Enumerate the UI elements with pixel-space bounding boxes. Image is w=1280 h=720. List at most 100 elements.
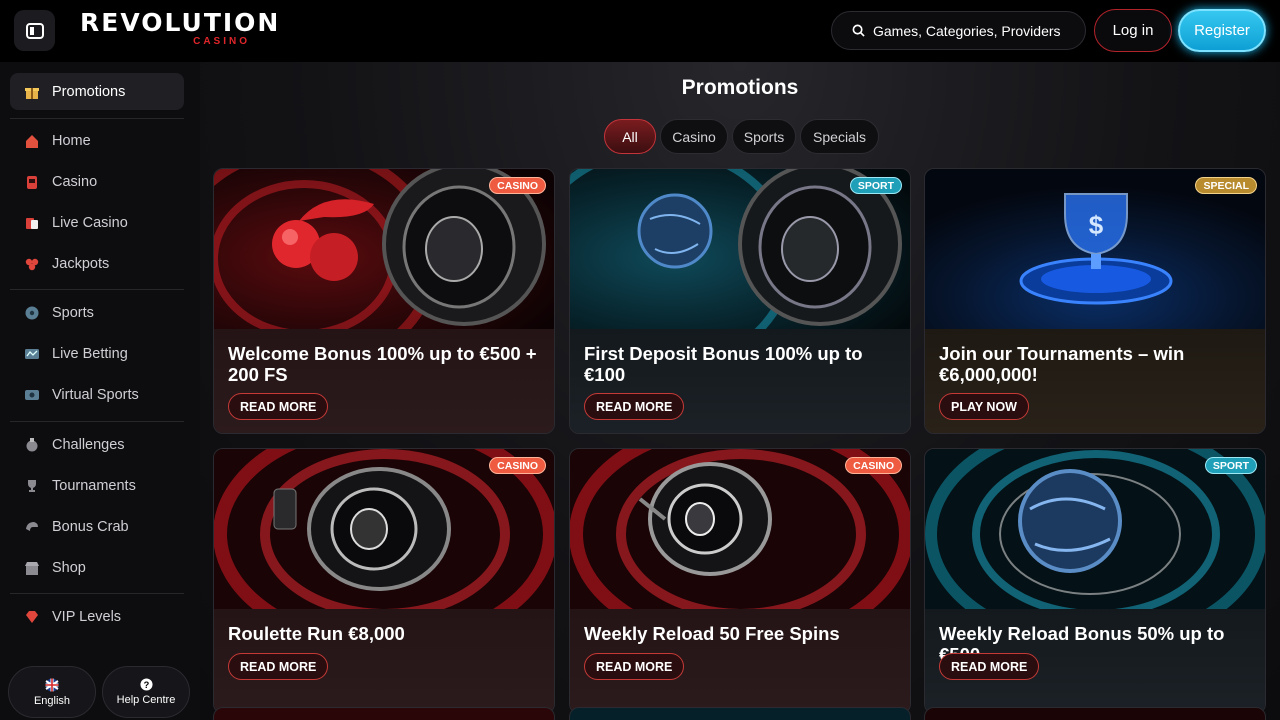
home-icon bbox=[23, 132, 41, 150]
login-button[interactable]: Log in bbox=[1094, 9, 1172, 52]
category-badge: CASINO bbox=[489, 177, 546, 194]
help-centre-button[interactable]: ? Help Centre bbox=[102, 666, 190, 718]
search-placeholder: Games, Categories, Providers bbox=[873, 22, 1061, 39]
sidebar-item-tournaments[interactable]: Tournaments bbox=[10, 467, 184, 504]
sidebar-item-promotions[interactable]: Promotions bbox=[10, 73, 184, 110]
svg-text:?: ? bbox=[143, 680, 149, 690]
promotion-card[interactable]: SPORT First Deposit Bonus 100% up to €10… bbox=[569, 168, 911, 434]
sidebar-item-label: Casino bbox=[52, 173, 98, 190]
promotion-title: Roulette Run €8,000 bbox=[228, 623, 405, 644]
promotion-body: Weekly Reload Bonus 50% up to €500 READ … bbox=[925, 609, 1265, 713]
language-selector[interactable]: English bbox=[8, 666, 96, 718]
sidebar-item-label: Tournaments bbox=[52, 477, 136, 494]
help-label: Help Centre bbox=[116, 694, 176, 706]
filter-all[interactable]: All bbox=[604, 119, 656, 154]
promotion-card[interactable]: $ SPECIAL Join our Tournaments – win €6,… bbox=[924, 168, 1266, 434]
category-badge: CASINO bbox=[845, 457, 902, 474]
sidebar: Promotions Home Casino Live Casino Jackp… bbox=[0, 62, 200, 720]
sidebar-item-vip-levels[interactable]: VIP Levels bbox=[10, 598, 184, 635]
category-badge: SPECIAL bbox=[1195, 177, 1257, 194]
play-now-button[interactable]: PLAY NOW bbox=[939, 393, 1029, 420]
trophy-icon bbox=[23, 477, 41, 495]
sidebar-item-label: Challenges bbox=[52, 436, 125, 453]
promotion-title: Weekly Reload 50 Free Spins bbox=[584, 623, 840, 644]
promotion-body: Welcome Bonus 100% up to €500 + 200 FS R… bbox=[214, 329, 554, 433]
promotion-body: Weekly Reload 50 Free Spins READ MORE bbox=[570, 609, 910, 713]
sidebar-item-virtual-sports[interactable]: Virtual Sports bbox=[10, 376, 184, 413]
sidebar-item-label: Live Betting bbox=[52, 345, 128, 362]
read-more-button[interactable]: READ MORE bbox=[228, 653, 329, 680]
sidebar-item-label: Home bbox=[52, 132, 91, 149]
read-more-button[interactable]: READ MORE bbox=[228, 393, 329, 420]
promotion-filters: All Casino Sports Specials bbox=[604, 119, 879, 154]
sidebar-toggle-button[interactable] bbox=[14, 10, 55, 51]
read-more-button[interactable]: READ MORE bbox=[584, 393, 685, 420]
logo-wordmark: REVOLUTION bbox=[80, 8, 281, 37]
read-more-button[interactable]: READ MORE bbox=[939, 653, 1040, 680]
shop-icon bbox=[23, 559, 41, 577]
sidebar-divider bbox=[10, 289, 184, 290]
search-bar[interactable]: Games, Categories, Providers bbox=[831, 11, 1086, 50]
filter-casino[interactable]: Casino bbox=[660, 119, 728, 154]
promotion-card-peek[interactable] bbox=[569, 707, 911, 720]
sidebar-item-bonus-crab[interactable]: Bonus Crab bbox=[10, 508, 184, 545]
help-icon: ? bbox=[139, 678, 153, 691]
promotion-body: Roulette Run €8,000 READ MORE bbox=[214, 609, 554, 713]
revolution-casino-logo[interactable]: REVOLUTION CASINO bbox=[80, 8, 281, 50]
diamond-icon bbox=[23, 608, 41, 626]
sidebar-item-jackpots[interactable]: Jackpots bbox=[10, 245, 184, 282]
sidebar-item-label: Virtual Sports bbox=[52, 386, 139, 403]
promotion-title: Join our Tournaments – win €6,000,000! bbox=[939, 343, 1185, 385]
svg-text:$: $ bbox=[1089, 210, 1104, 240]
sidebar-item-challenges[interactable]: Challenges bbox=[10, 426, 184, 463]
promotion-image: CASINO bbox=[214, 169, 554, 329]
sidebar-item-sports[interactable]: Sports bbox=[10, 294, 184, 331]
sidebar-item-home[interactable]: Home bbox=[10, 122, 184, 159]
promotion-card-peek[interactable] bbox=[213, 707, 555, 720]
page-title: Promotions bbox=[681, 76, 799, 99]
promotion-image: SPORT bbox=[570, 169, 910, 329]
read-more-button[interactable]: READ MORE bbox=[584, 653, 685, 680]
promotion-card-peek[interactable] bbox=[924, 707, 1266, 720]
sidebar-item-live-betting[interactable]: Live Betting bbox=[10, 335, 184, 372]
slot-machine-icon bbox=[23, 173, 41, 191]
sidebar-toggle-icon bbox=[25, 22, 44, 39]
gift-icon bbox=[23, 83, 41, 101]
category-badge: SPORT bbox=[849, 177, 902, 194]
promotion-title: Welcome Bonus 100% up to €500 + 200 FS bbox=[228, 343, 537, 385]
crab-claw-icon bbox=[23, 518, 41, 536]
promotion-body: Join our Tournaments – win €6,000,000! P… bbox=[925, 329, 1265, 433]
category-badge: SPORT bbox=[1204, 457, 1257, 474]
logo-subtitle: CASINO bbox=[193, 36, 250, 47]
promotion-card[interactable]: CASINO Welcome Bonus 100% up to €500 + 2… bbox=[213, 168, 555, 434]
sidebar-item-label: VIP Levels bbox=[52, 608, 122, 625]
challenge-icon bbox=[23, 436, 41, 454]
sidebar-item-label: Jackpots bbox=[52, 255, 110, 272]
promotion-body: First Deposit Bonus 100% up to €100 READ… bbox=[570, 329, 910, 433]
sidebar-item-label: Promotions bbox=[52, 83, 126, 100]
sidebar-item-casino[interactable]: Casino bbox=[10, 163, 184, 200]
search-icon bbox=[852, 24, 865, 37]
promotion-card[interactable]: CASINO Roulette Run €8,000 READ MORE bbox=[213, 448, 555, 714]
filter-sports[interactable]: Sports bbox=[732, 119, 796, 154]
virtual-console-icon bbox=[23, 386, 41, 404]
promotion-image: CASINO bbox=[570, 449, 910, 609]
register-button[interactable]: Register bbox=[1178, 9, 1266, 52]
sidebar-item-label: Sports bbox=[52, 304, 94, 321]
promotion-image: CASINO bbox=[214, 449, 554, 609]
uk-flag-icon bbox=[45, 678, 59, 691]
language-label: English bbox=[33, 694, 71, 707]
top-header: REVOLUTION CASINO Games, Categories, Pro… bbox=[0, 0, 1280, 62]
sidebar-item-label: Live Casino bbox=[52, 214, 128, 231]
sidebar-item-shop[interactable]: Shop bbox=[10, 549, 184, 586]
sidebar-item-live-casino[interactable]: Live Casino bbox=[10, 204, 184, 241]
sidebar-divider bbox=[10, 421, 184, 422]
sidebar-item-label: Bonus Crab bbox=[52, 518, 129, 535]
promotion-image: $ SPECIAL bbox=[925, 169, 1265, 329]
promotions-page: Promotions All Casino Sports Specials CA… bbox=[200, 62, 1280, 720]
promotion-card[interactable]: CASINO Weekly Reload 50 Free Spins READ … bbox=[569, 448, 911, 714]
sidebar-item-label: Shop bbox=[52, 559, 86, 576]
sidebar-divider bbox=[10, 593, 184, 594]
promotion-card[interactable]: SPORT Weekly Reload Bonus 50% up to €500… bbox=[924, 448, 1266, 714]
filter-specials[interactable]: Specials bbox=[800, 119, 879, 154]
